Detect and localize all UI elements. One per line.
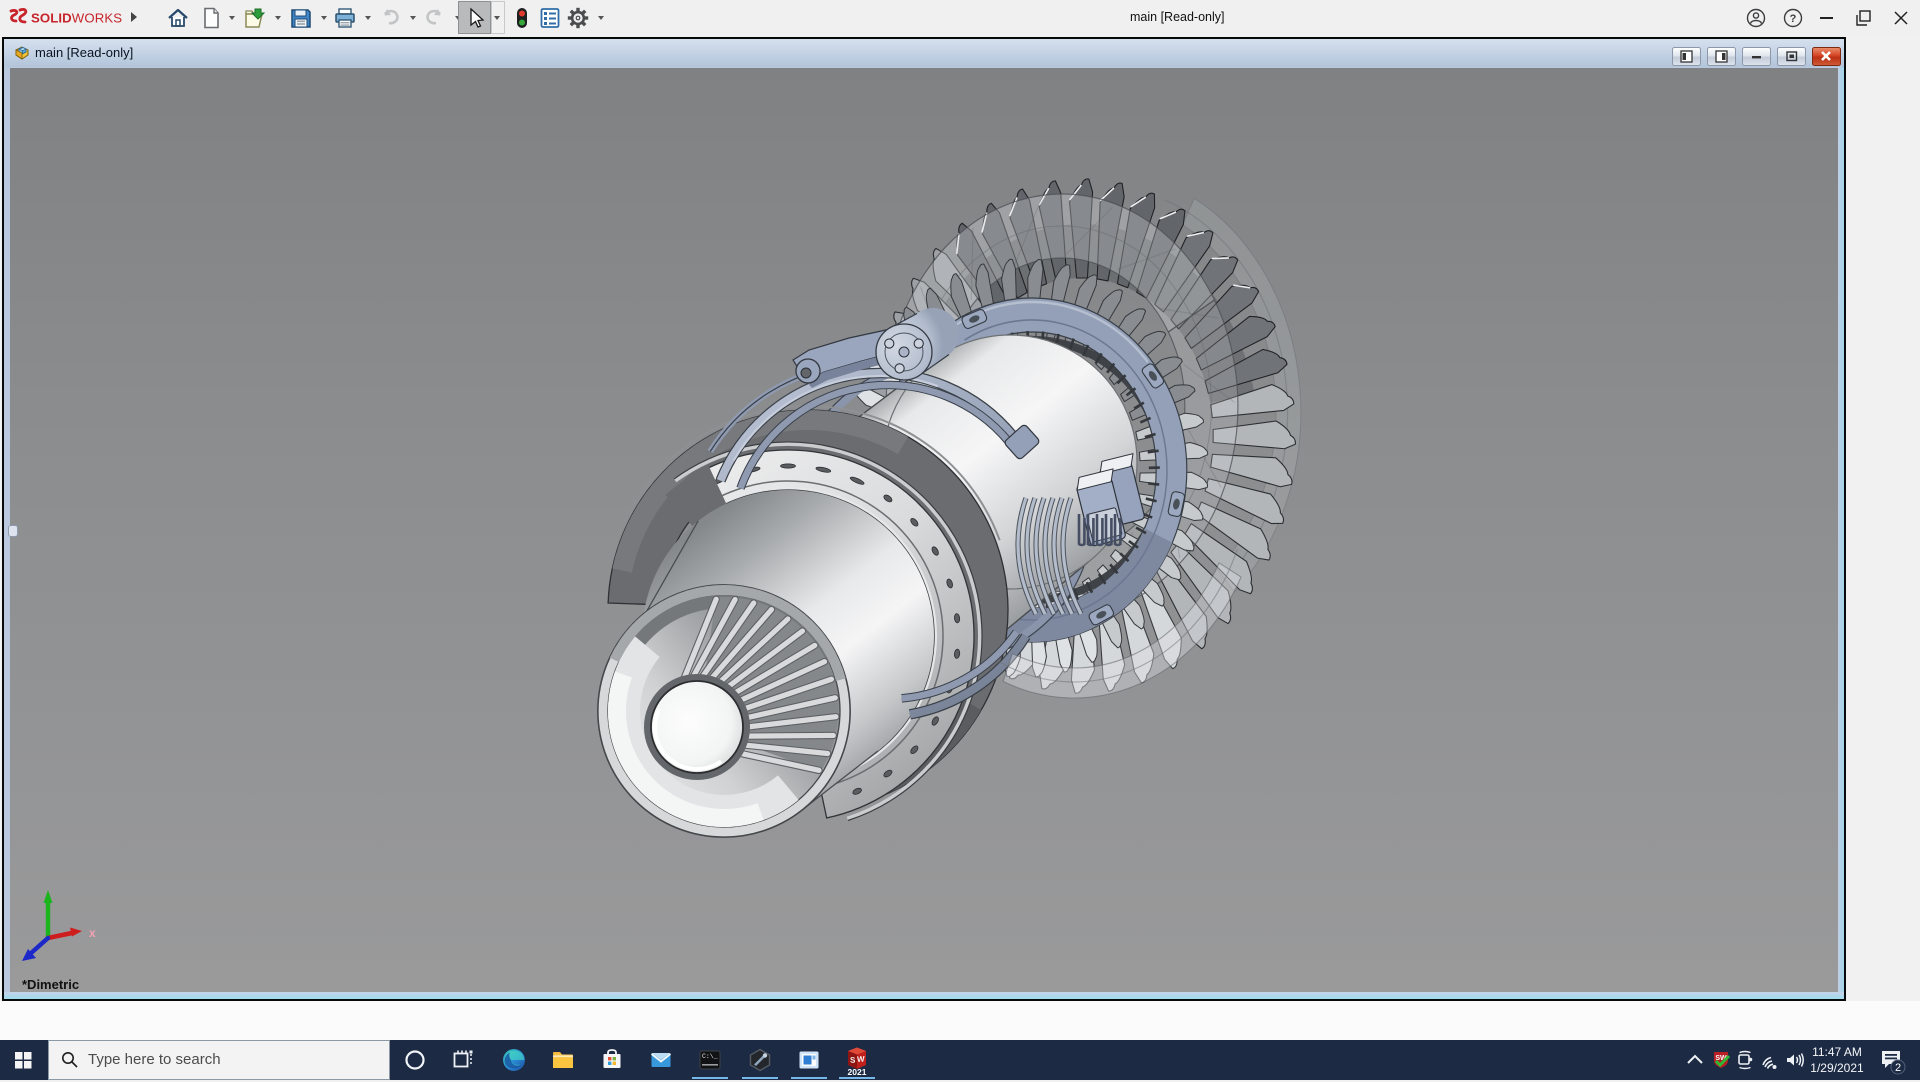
svg-text:S: S (850, 1056, 856, 1065)
svg-text:2: 2 (1895, 1062, 1901, 1074)
svg-text:W: W (857, 1054, 865, 1064)
svg-text:2021: 2021 (848, 1067, 867, 1077)
svg-text:C:\_: C:\_ (702, 1053, 718, 1060)
svg-text:SOLIDWORKS: SOLIDWORKS (31, 11, 122, 26)
svg-text:x: x (89, 926, 96, 940)
svg-text:?: ? (1790, 13, 1797, 25)
